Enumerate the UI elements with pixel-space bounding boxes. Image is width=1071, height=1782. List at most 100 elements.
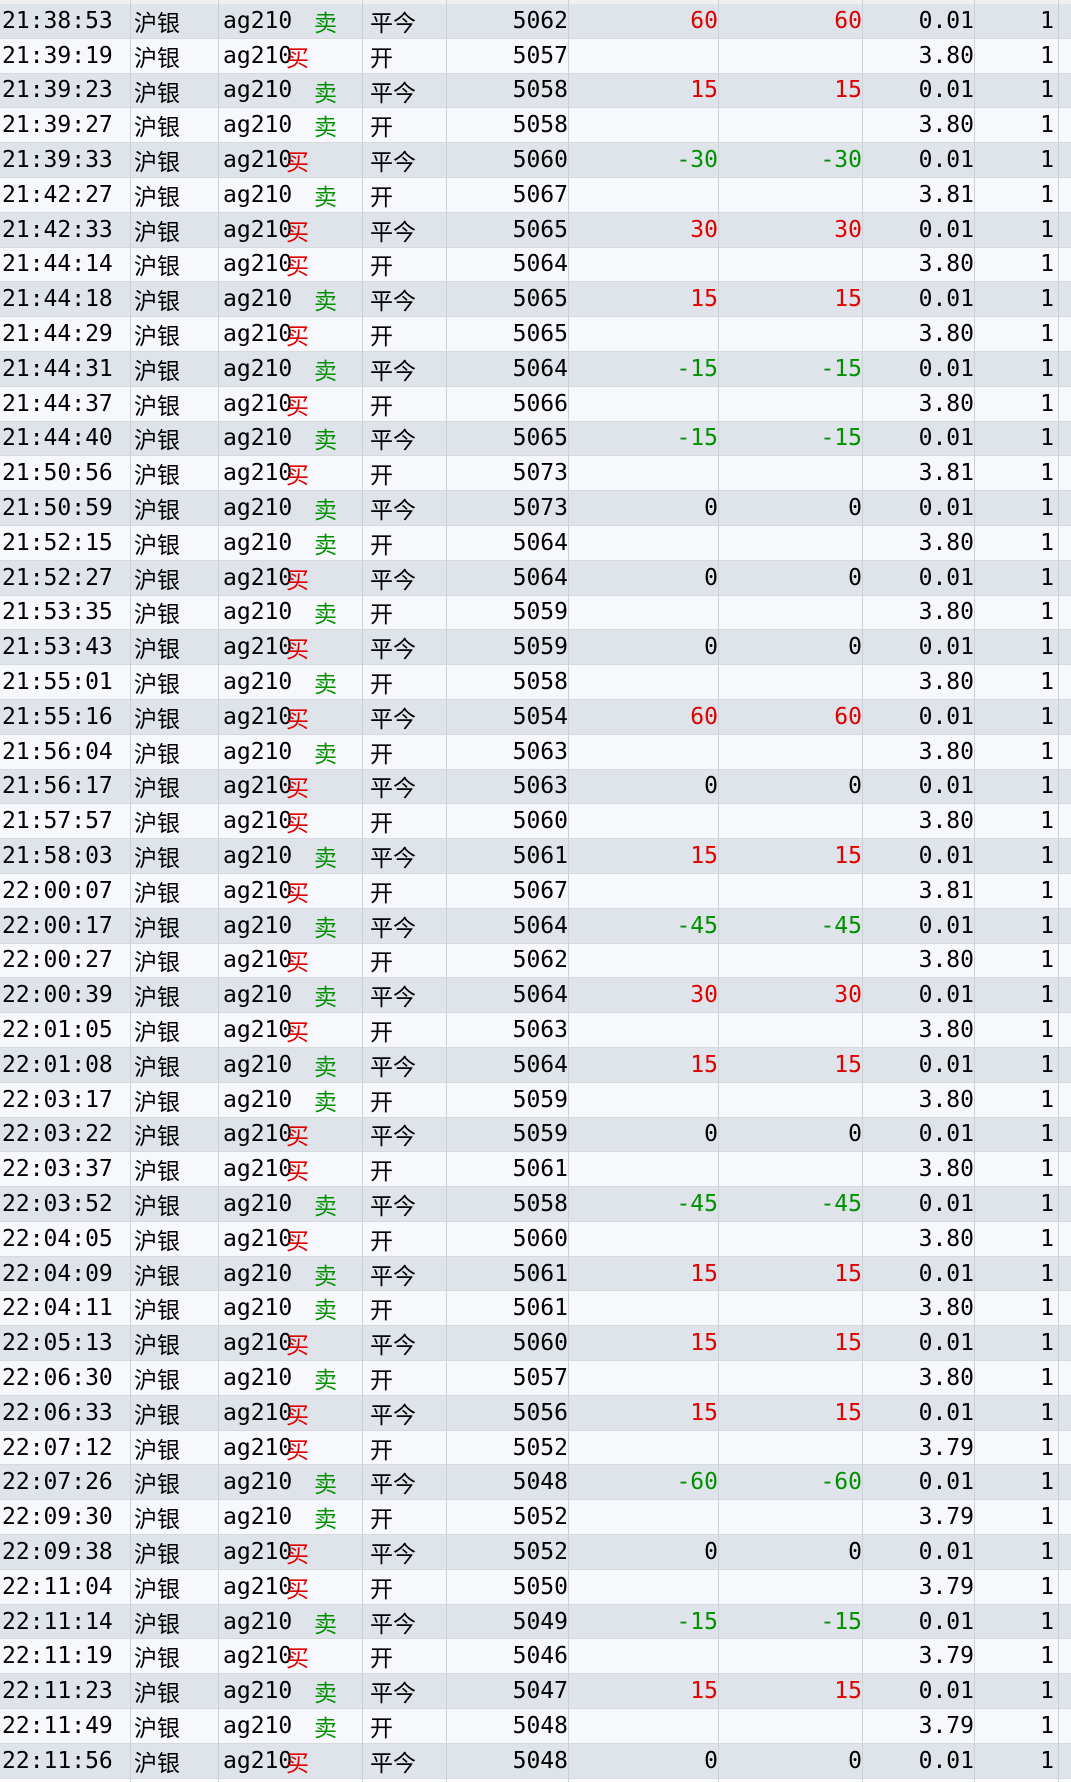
table-row[interactable]: 22:09:30 沪银 ag210 卖开 5052 3.79 1: [0, 1500, 1071, 1536]
trade-fee: 0.01: [918, 1330, 974, 1357]
table-row[interactable]: 21:39:23 沪银 ag210 卖平今 5058 15 15 0.01 1: [0, 73, 1071, 109]
table-row[interactable]: 21:38:53 沪银 ag210 卖平今 5062 60 60 0.01 1: [0, 4, 1071, 39]
table-row[interactable]: 21:39:27 沪银 ag210 卖开 5058 3.80 1: [0, 108, 1071, 144]
table-row[interactable]: 22:03:22 沪银 ag210 买平今 5059 0 0 0.01 1: [0, 1117, 1071, 1153]
trade-open-close: 平今: [370, 428, 416, 455]
trade-side: 买: [286, 950, 309, 977]
table-row[interactable]: 21:42:33 沪银 ag210 买平今 5065 30 30 0.01 1: [0, 212, 1071, 248]
table-row[interactable]: 21:57:57 沪银 ag210 买开 5060 3.80 1: [0, 804, 1071, 840]
table-row[interactable]: 22:11:23 沪银 ag210 卖平今 5047 15 15 0.01 1: [0, 1674, 1071, 1710]
table-row[interactable]: 22:11:56 沪银 ag210 买平今 5048 0 0 0.01 1: [0, 1743, 1071, 1779]
table-row[interactable]: 21:44:14 沪银 ag210 买开 5064 3.80 1: [0, 247, 1071, 283]
trade-time: 21:44:14: [2, 251, 113, 278]
trade-quantity: 1: [1040, 321, 1054, 348]
table-row[interactable]: 22:04:09 沪银 ag210 卖平今 5061 15 15 0.01 1: [0, 1256, 1071, 1292]
trade-exchange: 沪银: [134, 1367, 180, 1394]
table-row[interactable]: 22:06:30 沪银 ag210 卖开 5057 3.80 1: [0, 1361, 1071, 1396]
table-row[interactable]: 22:07:12 沪银 ag210 买开 5052 3.79 1: [0, 1430, 1071, 1466]
table-row[interactable]: 22:09:38 沪银 ag210 买平今 5052 0 0 0.01 1: [0, 1535, 1071, 1570]
table-row[interactable]: 21:50:59 沪银 ag210 卖平今 5073 0 0 0.01 1: [0, 491, 1071, 526]
trade-time: 22:11:19: [2, 1643, 113, 1670]
trade-mark-pnl: -15: [820, 425, 862, 452]
trade-mark-pnl: [718, 1709, 862, 1743]
table-row[interactable]: 21:44:18 沪银 ag210 卖平今 5065 15 15 0.01 1: [0, 282, 1071, 318]
table-row[interactable]: 21:44:29 沪银 ag210 买开 5065 3.80 1: [0, 317, 1071, 352]
trade-quantity: 1: [1040, 1225, 1054, 1252]
trade-side: 买: [286, 254, 309, 281]
trade-mark-pnl: [718, 1083, 862, 1117]
trade-quantity: 1: [1040, 1260, 1054, 1287]
table-row[interactable]: 21:52:15 沪银 ag210 卖开 5064 3.80 1: [0, 525, 1071, 561]
trade-quantity: 1: [1040, 877, 1054, 904]
table-row[interactable]: 22:11:49 沪银 ag210 卖开 5048 3.79 1: [0, 1709, 1071, 1744]
table-row[interactable]: 22:00:07 沪银 ag210 买开 5067 3.81 1: [0, 873, 1071, 909]
table-row[interactable]: 22:11:19 沪银 ag210 买开 5046 3.79 1: [0, 1639, 1071, 1675]
trade-close-pnl: -45: [676, 1190, 718, 1217]
table-row[interactable]: 21:44:31 沪银 ag210 卖平今 5064 -15 -15 0.01 1: [0, 351, 1071, 387]
trade-time: 22:00:07: [2, 877, 113, 904]
table-row[interactable]: 21:39:33 沪银 ag210 买平今 5060 -30 -30 0.01 1: [0, 143, 1071, 178]
table-row[interactable]: 21:55:01 沪银 ag210 卖开 5058 3.80 1: [0, 665, 1071, 700]
table-row[interactable]: 21:56:17 沪银 ag210 买平今 5063 0 0 0.01 1: [0, 769, 1071, 805]
table-row[interactable]: 22:04:11 沪银 ag210 卖开 5061 3.80 1: [0, 1291, 1071, 1327]
trade-price: 5064: [512, 564, 568, 591]
table-row[interactable]: 22:06:33 沪银 ag210 买平今 5056 15 15 0.01 1: [0, 1395, 1071, 1431]
trade-exchange: 沪银: [134, 289, 180, 316]
table-row[interactable]: 22:03:37 沪银 ag210 买开 5061 3.80 1: [0, 1152, 1071, 1188]
trade-fee: 0.01: [918, 634, 974, 661]
table-row[interactable]: 21:50:56 沪银 ag210 买开 5073 3.81 1: [0, 456, 1071, 492]
trade-fee: 0.01: [918, 1051, 974, 1078]
table-row[interactable]: 21:44:37 沪银 ag210 买开 5066 3.80 1: [0, 386, 1071, 422]
trade-exchange: 沪银: [134, 10, 180, 37]
table-row[interactable]: 21:52:27 沪银 ag210 买平今 5064 0 0 0.01 1: [0, 560, 1071, 596]
table-row[interactable]: 21:55:16 沪银 ag210 买平今 5054 60 60 0.01 1: [0, 699, 1071, 735]
trade-time: 21:44:37: [2, 390, 113, 417]
trade-time: 22:00:17: [2, 912, 113, 939]
table-row[interactable]: 22:00:17 沪银 ag210 卖平今 5064 -45 -45 0.01 1: [0, 908, 1071, 944]
trade-side: 卖: [314, 1367, 337, 1394]
table-row[interactable]: 22:01:05 沪银 ag210 买开 5063 3.80 1: [0, 1013, 1071, 1048]
trade-quantity: 1: [1040, 77, 1054, 104]
trade-exchange: 沪银: [134, 115, 180, 142]
trade-quantity: 1: [1040, 1643, 1054, 1670]
trade-price: 5063: [512, 773, 568, 800]
trade-time: 22:11:23: [2, 1678, 113, 1705]
trade-open-close: 平今: [370, 1194, 416, 1220]
trade-fee: 0.01: [918, 1399, 974, 1426]
table-row[interactable]: 22:01:08 沪银 ag210 卖平今 5064 15 15 0.01 1: [0, 1047, 1071, 1083]
table-row[interactable]: 22:11:14 沪银 ag210 卖平今 5049 -15 -15 0.01 1: [0, 1604, 1071, 1640]
table-row[interactable]: 21:39:19 沪银 ag210 买开 5057 3.80 1: [0, 38, 1071, 74]
table-row[interactable]: 22:00:27 沪银 ag210 买开 5062 3.80 1: [0, 943, 1071, 979]
table-row[interactable]: 22:07:26 沪银 ag210 卖平今 5048 -60 -60 0.01 1: [0, 1465, 1071, 1501]
trade-exchange: 沪银: [134, 880, 180, 907]
table-row[interactable]: 21:58:03 沪银 ag210 卖平今 5061 15 15 0.01 1: [0, 839, 1071, 874]
trade-fee: 0.01: [918, 843, 974, 870]
trade-quantity: 1: [1040, 7, 1054, 34]
trade-close-pnl: 15: [690, 286, 718, 313]
trade-price: 5065: [512, 286, 568, 313]
trade-fee: 3.80: [918, 1156, 974, 1183]
trade-open-close: 平今: [370, 1611, 416, 1638]
table-row[interactable]: 21:44:40 沪银 ag210 卖平今 5065 -15 -15 0.01 1: [0, 421, 1071, 457]
table-row[interactable]: 22:03:52 沪银 ag210 卖平今 5058 -45 -45 0.01 1: [0, 1187, 1071, 1222]
trade-time: 21:56:04: [2, 738, 113, 765]
table-row[interactable]: 22:05:13 沪银 ag210 买平今 5060 15 15 0.01 1: [0, 1326, 1071, 1362]
trade-side: 买: [286, 1124, 309, 1151]
trade-fee: 3.80: [918, 42, 974, 69]
trade-mark-pnl: [718, 1570, 862, 1604]
table-row[interactable]: 21:53:35 沪银 ag210 卖开 5059 3.80 1: [0, 595, 1071, 631]
table-row[interactable]: 22:04:05 沪银 ag210 买开 5060 3.80 1: [0, 1221, 1071, 1257]
table-row[interactable]: 21:42:27 沪银 ag210 卖开 5067 3.81 1: [0, 177, 1071, 213]
table-row[interactable]: 22:11:04 沪银 ag210 买开 5050 3.79 1: [0, 1569, 1071, 1605]
trade-close-pnl: 15: [690, 1399, 718, 1426]
trade-quantity: 1: [1040, 1678, 1054, 1705]
trade-exchange: 沪银: [134, 1402, 180, 1429]
trade-time: 21:55:01: [2, 669, 113, 696]
table-row[interactable]: 21:56:04 沪银 ag210 卖开 5063 3.80 1: [0, 734, 1071, 770]
trade-quantity: 1: [1040, 1399, 1054, 1426]
table-row[interactable]: 21:53:43 沪银 ag210 买平今 5059 0 0 0.01 1: [0, 630, 1071, 666]
trade-fee: 3.81: [918, 460, 974, 487]
table-row[interactable]: 22:00:39 沪银 ag210 卖平今 5064 30 30 0.01 1: [0, 978, 1071, 1014]
table-row[interactable]: 22:03:17 沪银 ag210 卖开 5059 3.80 1: [0, 1082, 1071, 1118]
trade-fee: 0.01: [918, 495, 974, 522]
